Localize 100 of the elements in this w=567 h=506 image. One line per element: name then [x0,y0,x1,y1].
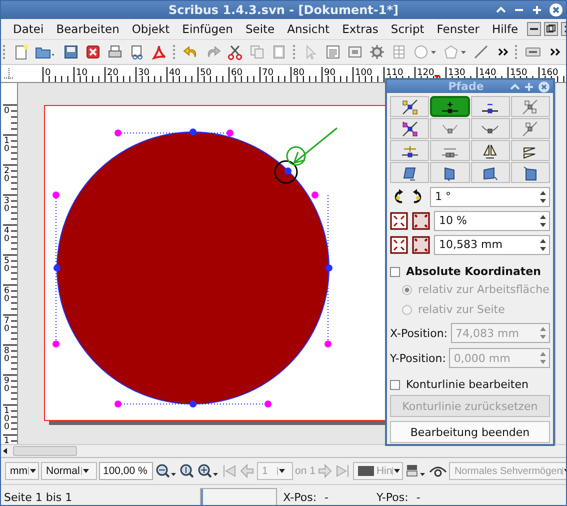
chevron-up-icon[interactable] [510,82,520,92]
maximize-icon[interactable] [524,82,534,92]
gear-icon[interactable] [369,44,385,60]
finish-editing-button[interactable]: Bearbeitung beenden [390,421,550,443]
x-position-value: - [324,490,329,504]
line-icon[interactable] [473,44,489,60]
palette-title: Pfade [447,80,485,93]
path-tool-button[interactable] [390,118,430,139]
menu-item[interactable]: Seite [241,22,284,36]
ruler-label: 60 [231,68,242,78]
pdf-icon[interactable] [151,44,167,60]
menu-item[interactable]: Bearbeiten [52,22,128,36]
path-tool-button[interactable] [470,162,510,183]
path-tool-button[interactable] [510,162,550,183]
ruler-label: 120 [417,68,434,78]
path-node[interactable] [326,264,332,272]
path-node[interactable] [54,264,60,272]
vertical-scrollbar[interactable] [555,83,566,444]
checkbox-label[interactable]: Konturlinie bearbeiten [406,378,528,391]
path-tool-button[interactable] [430,96,470,117]
menu-item[interactable]: Fenster [432,22,488,36]
rotation-field[interactable]: 1 ° [430,186,550,206]
image-frame-icon[interactable] [347,44,363,60]
layers-icon[interactable] [405,463,428,479]
menu-item[interactable]: Extras [338,22,387,36]
path-tool-button[interactable] [430,162,470,183]
mode-dropdown[interactable]: Normal [41,462,97,480]
control-handle[interactable] [264,400,272,408]
preflight-icon[interactable] [129,44,145,60]
ruler-label: 0 [4,106,10,116]
node-marker-circle [274,160,298,184]
path-node[interactable] [190,128,196,136]
pointer-arrow [293,127,338,164]
path-node[interactable] [190,400,196,408]
node-line-icon [520,98,540,114]
page-count: on 1 [295,465,316,477]
text-frame-icon[interactable] [325,44,341,60]
zoom-icon[interactable] [179,463,195,479]
y-position-label: Y-Pos: [376,490,408,504]
close-icon[interactable] [549,3,563,17]
scroll-left-icon[interactable] [1,446,9,456]
ruler-label: 10 [76,68,88,78]
path-tool-button[interactable] [470,118,510,139]
shrink-icon[interactable] [412,236,430,254]
enlarge-icon[interactable] [390,212,408,230]
path-tool-button[interactable] [510,140,550,161]
ruler-label: 50 [200,68,212,78]
ruler-label: 0 [45,68,51,78]
node-handles-icon [400,120,420,136]
unit-dropdown[interactable]: mm [5,462,39,480]
path-tool-button[interactable] [470,96,510,117]
control-handle[interactable] [52,340,60,348]
printer-icon[interactable] [107,44,123,60]
spinner-arrows-icon[interactable] [539,188,547,204]
scale-length-field[interactable]: 10,583 mm [434,234,550,254]
scissors-icon[interactable] [227,44,243,60]
checkbox-label[interactable]: Absolute Koordinaten [406,265,541,278]
scale-percent-field[interactable]: 10 % [434,210,550,230]
path-tool-button[interactable] [390,96,430,117]
menu-item[interactable]: Einfügen [178,22,242,36]
minimize-icon[interactable] [526,22,541,36]
close-document-icon[interactable] [85,44,101,60]
restore-icon[interactable] [544,22,558,36]
new-document-icon[interactable] [13,44,29,60]
path-tool-button[interactable] [390,162,430,183]
paste-icon[interactable] [271,44,287,60]
menu-item[interactable]: Hilfe [488,22,527,36]
menu-item[interactable]: Objekt [128,22,178,36]
path-tool-button[interactable] [390,140,430,161]
ruler-label: 90 [4,376,10,394]
ruler-label: 10 [4,136,10,154]
ruler-label: 70 [262,68,274,78]
spinner-arrows-icon[interactable] [539,236,547,252]
menu-item[interactable]: Datei [9,22,52,36]
horizontal-scrollbar[interactable] [1,444,566,458]
node-move-icon [400,98,420,114]
checkbox[interactable] [390,380,400,390]
ruler-label: 60 [4,286,10,304]
zoom-field[interactable]: 100,00 % [99,462,153,480]
zoom-out-icon[interactable] [155,463,177,479]
menu-item[interactable]: Ansicht [283,22,338,36]
scrollbar-thumb[interactable] [13,446,77,456]
y-position-value: - [416,490,420,504]
spinner-arrows-icon[interactable] [539,212,547,228]
zoom-in-icon[interactable] [197,463,219,479]
menu-item[interactable]: Script [386,22,433,36]
ruler-label: 100 [4,406,10,432]
path-node[interactable] [284,168,292,174]
control-handle[interactable] [114,130,122,136]
undo-icon[interactable] [183,44,199,60]
checkbox[interactable] [390,266,400,276]
shrink-icon[interactable] [412,212,430,230]
path-tool-button[interactable] [470,140,510,161]
save-icon[interactable] [63,44,79,60]
control-handle[interactable] [324,340,332,348]
control-handle[interactable] [114,400,122,408]
control-handle[interactable] [52,192,60,198]
control-handle[interactable] [312,192,318,198]
control-handle[interactable] [226,130,234,136]
enlarge-icon[interactable] [390,236,408,254]
